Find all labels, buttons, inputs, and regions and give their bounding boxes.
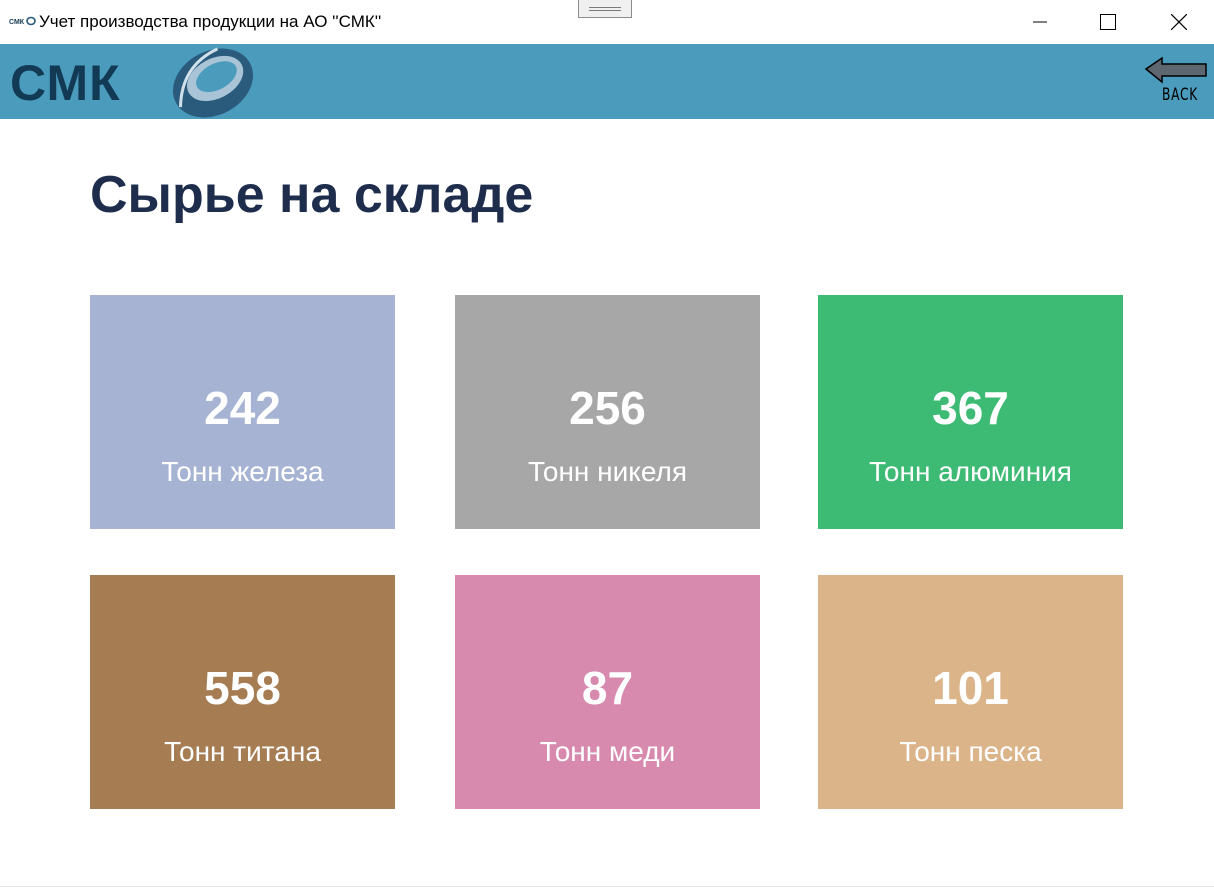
smk-mini-logo-icon: СМК: [9, 16, 36, 26]
app-header: СМК BACK: [0, 44, 1214, 119]
back-button[interactable]: BACK: [1144, 56, 1208, 108]
svg-text:СМК: СМК: [9, 19, 25, 26]
card-value: 367: [932, 382, 1009, 434]
card-value: 242: [204, 382, 281, 434]
close-icon: [1171, 14, 1187, 30]
stock-card-sand[interactable]: 101 Тонн песка: [818, 575, 1123, 809]
card-label: Тонн титана: [164, 736, 321, 767]
maximize-button[interactable]: [1075, 0, 1141, 44]
card-label: Тонн железа: [161, 456, 324, 487]
stock-card-nickel[interactable]: 256 Тонн никеля: [455, 295, 760, 529]
card-value: 558: [204, 662, 281, 714]
card-value: 87: [581, 662, 634, 714]
app-window: СМК Учет производства продукции на АО ''…: [0, 0, 1214, 890]
window-title: Учет производства продукции на АО ''СМК'…: [39, 12, 382, 31]
card-label: Тонн никеля: [527, 456, 687, 487]
window-bottom-border: [0, 886, 1214, 887]
card-value: 101: [932, 662, 1009, 714]
logo-text: СМК: [10, 55, 121, 111]
stock-card-aluminium[interactable]: 367 Тонн алюминия: [818, 295, 1123, 529]
smk-logo: СМК: [10, 47, 254, 118]
card-label: Тонн алюминия: [869, 456, 1072, 487]
stock-card-iron[interactable]: 242 Тонн железа: [90, 295, 395, 529]
page-title: Сырье на складе: [90, 166, 534, 224]
card-label: Тонн меди: [539, 736, 676, 767]
card-label: Тонн песка: [899, 736, 1042, 767]
card-value: 256: [569, 382, 646, 434]
title-bar[interactable]: СМК Учет производства продукции на АО ''…: [0, 0, 1214, 44]
minimize-button[interactable]: [1007, 0, 1073, 44]
arrow-left-icon: [1144, 56, 1207, 84]
drag-handle[interactable]: [578, 0, 632, 18]
stock-card-copper[interactable]: 87 Тонн меди: [455, 575, 760, 809]
minimize-icon: [1033, 21, 1047, 23]
back-label: BACK: [1162, 85, 1199, 105]
close-button[interactable]: [1146, 0, 1212, 44]
stock-card-titanium[interactable]: 558 Тонн титана: [90, 575, 395, 809]
maximize-icon: [1100, 14, 1116, 30]
